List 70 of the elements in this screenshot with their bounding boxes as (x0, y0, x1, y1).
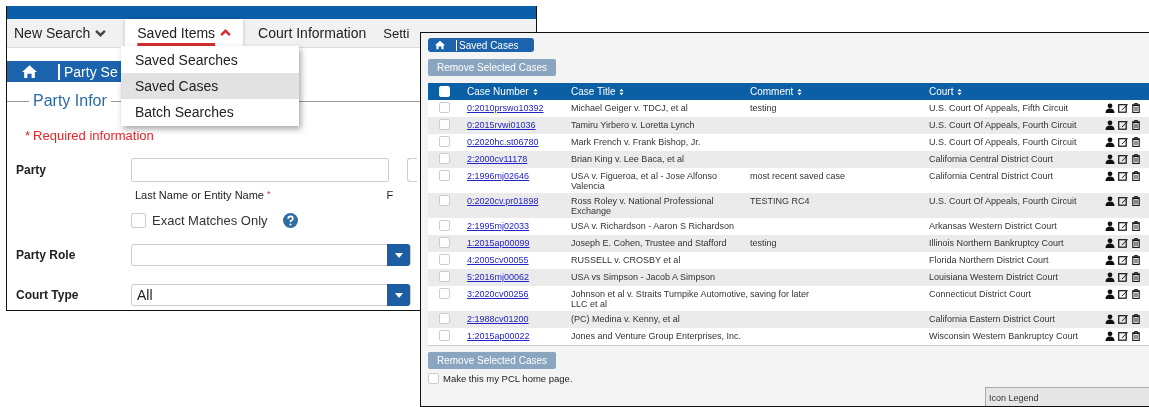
table-cell: California Eastern District Court (929, 314, 1056, 324)
field-label: Party Role (15, 248, 77, 262)
case-number-link[interactable]: 5:2016mj00062 (467, 272, 530, 282)
table-cell: saving for later (750, 289, 810, 299)
table-cell: RUSSELL v. CROSBY et al (571, 255, 681, 265)
case-number-link[interactable]: 0:2015rvwi01036 (467, 120, 536, 130)
field-hint: F (386, 189, 394, 201)
court-type-dropdown[interactable]: All (131, 284, 411, 306)
column-header[interactable]: Comment (750, 86, 794, 97)
column-header[interactable]: Case Title (571, 86, 616, 97)
dropdown-menu-item[interactable]: Saved Cases (121, 73, 299, 99)
column-header[interactable]: Court (929, 86, 954, 97)
breadcrumb-link[interactable]: Party Se (58, 63, 118, 80)
required-note: Required information (33, 128, 154, 143)
table-cell: TESTING RC4 (750, 196, 810, 206)
table-cell: USA v. Richardson - Aaron S Richardson (571, 221, 734, 231)
table-cell: California Central District Court (929, 171, 1054, 181)
case-number-link[interactable]: 2:1995mj02033 (467, 221, 530, 231)
field-label: Party (15, 163, 48, 177)
table-cell: Illinois Northern Bankruptcy Court (929, 238, 1064, 248)
case-number-link[interactable]: 2:1988cv01200 (467, 314, 529, 324)
table-cell: Mark French v. Frank Bishop, Jr. (571, 137, 701, 147)
required-mark: * (25, 128, 31, 143)
case-number-link[interactable]: 1:2015ap00022 (467, 331, 530, 341)
dropdown-menu-item[interactable]: Saved Searches (121, 47, 299, 73)
table-cell: (PC) Medina v. Kenny, et al (571, 314, 680, 324)
table-cell: Jones and Venture Group Enterprises, Inc. (571, 331, 742, 341)
case-number-link[interactable]: 0:2010prswo10392 (467, 103, 544, 113)
case-number-link[interactable]: 4:2005cv00055 (467, 255, 529, 265)
breadcrumb-link[interactable]: Saved Cases (456, 39, 519, 51)
nav-menu-item[interactable]: New Search (7, 19, 114, 47)
table-cell: testing (750, 238, 777, 248)
required-mark: * (267, 189, 271, 199)
dropdown-menu-item[interactable]: Batch Searches (121, 99, 299, 125)
case-number-link[interactable]: 2:2000cv11178 (467, 154, 528, 164)
table-cell: Joseph E. Cohen, Trustee and Stafford (571, 238, 727, 248)
table-cell: Wisconsin Western Bankruptcy Court (929, 331, 1078, 341)
field-label: Court Type (15, 288, 80, 302)
table-cell: U.S. Court Of Appeals, Fourth Circuit (929, 137, 1077, 147)
checkbox-label: Exact Matches Only (152, 213, 268, 228)
nav-menu-item[interactable]: Saved Items (125, 19, 244, 47)
table-cell: Johnson et al v. Straits Turnpike Automotive, LLC et al (571, 289, 748, 309)
table-cell: USA v. Figueroa, et al - Jose Alfonso Valencia (571, 171, 717, 191)
case-number-link[interactable]: 0:2020cv.pr01898 (467, 196, 539, 206)
table-cell: USA vs Simpson - Jacob A Simpson (571, 272, 716, 282)
case-number-link[interactable]: 3:2020cv00256 (467, 289, 529, 299)
table-cell: Connecticut District Court (929, 289, 1032, 299)
table-cell: U.S. Court Of Appeals, Fifth Circuit (929, 103, 1069, 113)
table-cell: California Central District Court (929, 154, 1054, 164)
panel-title: Icon Legend (989, 393, 1039, 403)
table-cell: Florida Northern District Court (929, 255, 1049, 265)
table-cell: Louisiana Western District Court (929, 272, 1058, 282)
field-hint: Last Name or Entity Name (135, 189, 264, 201)
nav-menu-item[interactable]: Court Information (251, 19, 374, 47)
table-cell: Arkansas Western District Court (929, 221, 1057, 231)
case-number-link[interactable]: 2:1996mj02646 (467, 171, 530, 181)
case-number-link[interactable]: 0:2020hc.st06780 (467, 137, 539, 147)
table-cell: U.S. Court Of Appeals, Fourth Circuit (929, 120, 1077, 130)
column-header[interactable]: Case Number (467, 86, 529, 97)
section-title: Party Infor (29, 92, 111, 110)
table-cell: Ross Roley v. National Professional Exchange (571, 196, 714, 216)
checkbox-label: Make this my PCL home page. (443, 373, 573, 384)
table-cell: Michael Geiger v. TDCJ, et al (571, 103, 688, 113)
table-cell: U.S. Court Of Appeals, Fourth Circuit (929, 196, 1077, 206)
table-cell: Brian King v. Lee Baca, et al (571, 154, 684, 164)
case-number-link[interactable]: 1:2015ap00099 (467, 238, 530, 248)
table-cell: most recent saved case (750, 171, 846, 181)
table-cell: testing (750, 103, 777, 113)
table-cell: Tamiru Yirbero v. Loretta Lynch (571, 120, 695, 130)
nav-menu-item[interactable]: Setti (377, 19, 410, 47)
